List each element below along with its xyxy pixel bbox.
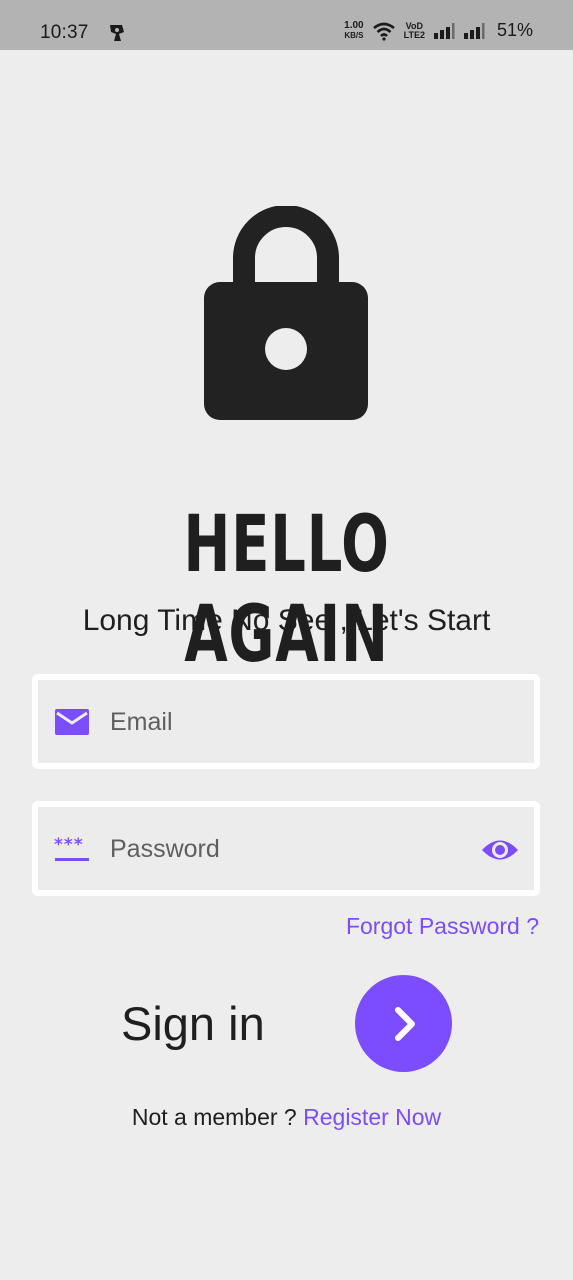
chevron-right-icon (394, 1006, 415, 1041)
lock-icon (204, 206, 368, 420)
email-input[interactable] (110, 698, 470, 746)
mail-icon (55, 709, 89, 735)
sign-in-label: Sign in (121, 997, 265, 1050)
sign-in-button[interactable] (355, 975, 452, 1072)
forgot-password-link[interactable]: Forgot Password ? (346, 913, 539, 940)
signal-icon-1 (433, 22, 455, 39)
volte-indicator: VoD LTE2 (403, 21, 425, 40)
status-time: 10:37 (40, 22, 89, 43)
password-input[interactable] (110, 825, 470, 873)
network-speed-unit: KB/S (344, 30, 364, 40)
volte-bottom: LTE2 (403, 29, 425, 40)
email-field[interactable] (32, 674, 540, 769)
signal-icon-2 (463, 22, 485, 39)
eye-icon[interactable] (480, 835, 520, 865)
battery-level: 51% (496, 20, 533, 40)
password-icon: *** (54, 835, 89, 861)
network-speed: 1.00 KB/S (344, 19, 364, 41)
password-field[interactable]: *** (32, 801, 540, 896)
status-icons: 1.00 KB/S VoD LTE2 51% (344, 20, 533, 41)
network-speed-value: 1.00 (344, 19, 364, 31)
status-bar: 10:37 1.00 KB/S VoD LTE2 51% (0, 0, 573, 50)
wifi-icon (372, 22, 395, 41)
svg-text:***: *** (54, 835, 84, 855)
register-now-link[interactable]: Register Now (303, 1104, 441, 1130)
register-prompt: Not a member ? (131, 1104, 297, 1130)
page-subtitle: Long Time No See , Let's Start (82, 604, 491, 637)
register-row: Not a member ? Register Now (0, 1104, 573, 1131)
page-title: HELLO AGAIN (183, 500, 390, 680)
app-notification-icon (110, 25, 124, 41)
